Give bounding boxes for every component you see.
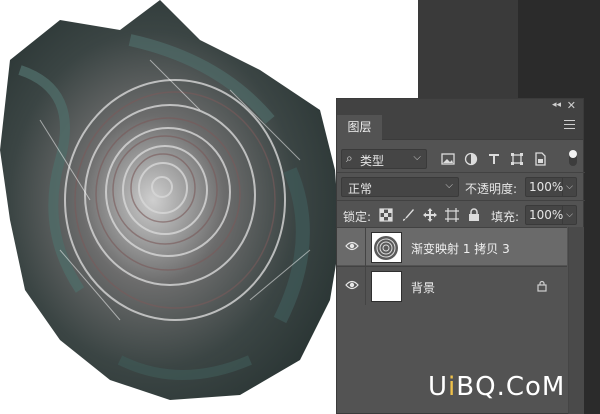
- close-icon[interactable]: ✕: [567, 99, 576, 112]
- blend-row: 正常 ⌵ 不透明度: 100% ⌵: [337, 175, 585, 199]
- fill-label: 填充:: [491, 210, 520, 224]
- opacity-dropdown-button[interactable]: ⌵: [563, 177, 577, 197]
- watermark-logo: UiBQ.CoM: [428, 372, 565, 402]
- watermark-part: BQ.CoM: [456, 372, 566, 402]
- search-icon: ⌕: [346, 151, 353, 165]
- panel-menu-icon[interactable]: [564, 120, 575, 129]
- rose-thumbnail-icon: [372, 233, 401, 262]
- layer-row[interactable]: 背景: [337, 266, 567, 305]
- panel-tab-row: 图层: [337, 112, 583, 140]
- lock-transparent-pixels-icon[interactable]: [379, 208, 393, 222]
- eye-icon[interactable]: [345, 279, 359, 291]
- tab-layers[interactable]: 图层: [337, 115, 382, 140]
- fill-dropdown-button[interactable]: ⌵: [563, 205, 577, 225]
- lock-label: 锁定:: [343, 210, 372, 224]
- eye-divider: [365, 267, 366, 305]
- chevron-down-icon: ⌵: [413, 152, 421, 163]
- shape-filter-icon[interactable]: [510, 152, 524, 166]
- opacity-label: 不透明度:: [465, 182, 518, 196]
- divider: [337, 200, 585, 201]
- layer-filter-row: ⌕ 类型 ⌵: [337, 147, 585, 171]
- filter-kind-select[interactable]: ⌕ 类型 ⌵: [341, 149, 427, 169]
- type-filter-icon[interactable]: [487, 152, 501, 166]
- image-filter-icon[interactable]: [441, 152, 455, 166]
- eye-divider: [365, 228, 366, 266]
- smart-object-filter-icon[interactable]: [533, 152, 547, 166]
- filter-kind-label: 类型: [360, 154, 385, 168]
- adjustment-filter-icon[interactable]: [464, 152, 478, 166]
- layers-scrollbar[interactable]: [568, 227, 584, 414]
- collapse-icon[interactable]: ◂◂: [552, 99, 561, 112]
- layer-thumbnail: [371, 271, 402, 302]
- panel-title-bar[interactable]: ◂◂ ✕: [337, 99, 583, 112]
- layer-lock-icon[interactable]: [537, 280, 547, 292]
- layer-row[interactable]: 渐变映射 1 拷贝 3: [337, 227, 567, 266]
- layer-name[interactable]: 渐变映射 1 拷贝 3: [411, 240, 510, 257]
- blend-mode-select[interactable]: 正常 ⌵: [341, 177, 459, 197]
- layer-name[interactable]: 背景: [411, 279, 435, 296]
- lock-row: 锁定: 填充: 100% ⌵: [337, 203, 585, 227]
- lock-all-icon[interactable]: [467, 208, 481, 222]
- watermark-part: U: [428, 372, 449, 402]
- fill-input[interactable]: 100%: [525, 205, 563, 225]
- opacity-input[interactable]: 100%: [525, 177, 563, 197]
- blend-mode-value: 正常: [348, 182, 373, 196]
- chevron-down-icon: ⌵: [445, 180, 453, 191]
- layers-panel: ◂◂ ✕ 图层 ⌕ 类型 ⌵ 正常 ⌵ 不透明度: 100% ⌵ 锁定: 填充:…: [336, 98, 585, 414]
- filter-toggle[interactable]: [569, 150, 577, 166]
- divider: [337, 172, 585, 173]
- lock-position-icon[interactable]: [423, 208, 437, 222]
- lock-artboard-icon[interactable]: [445, 208, 459, 222]
- layer-thumbnail: [371, 232, 402, 263]
- lock-image-pixels-icon[interactable]: [401, 208, 415, 222]
- eye-icon[interactable]: [345, 240, 359, 252]
